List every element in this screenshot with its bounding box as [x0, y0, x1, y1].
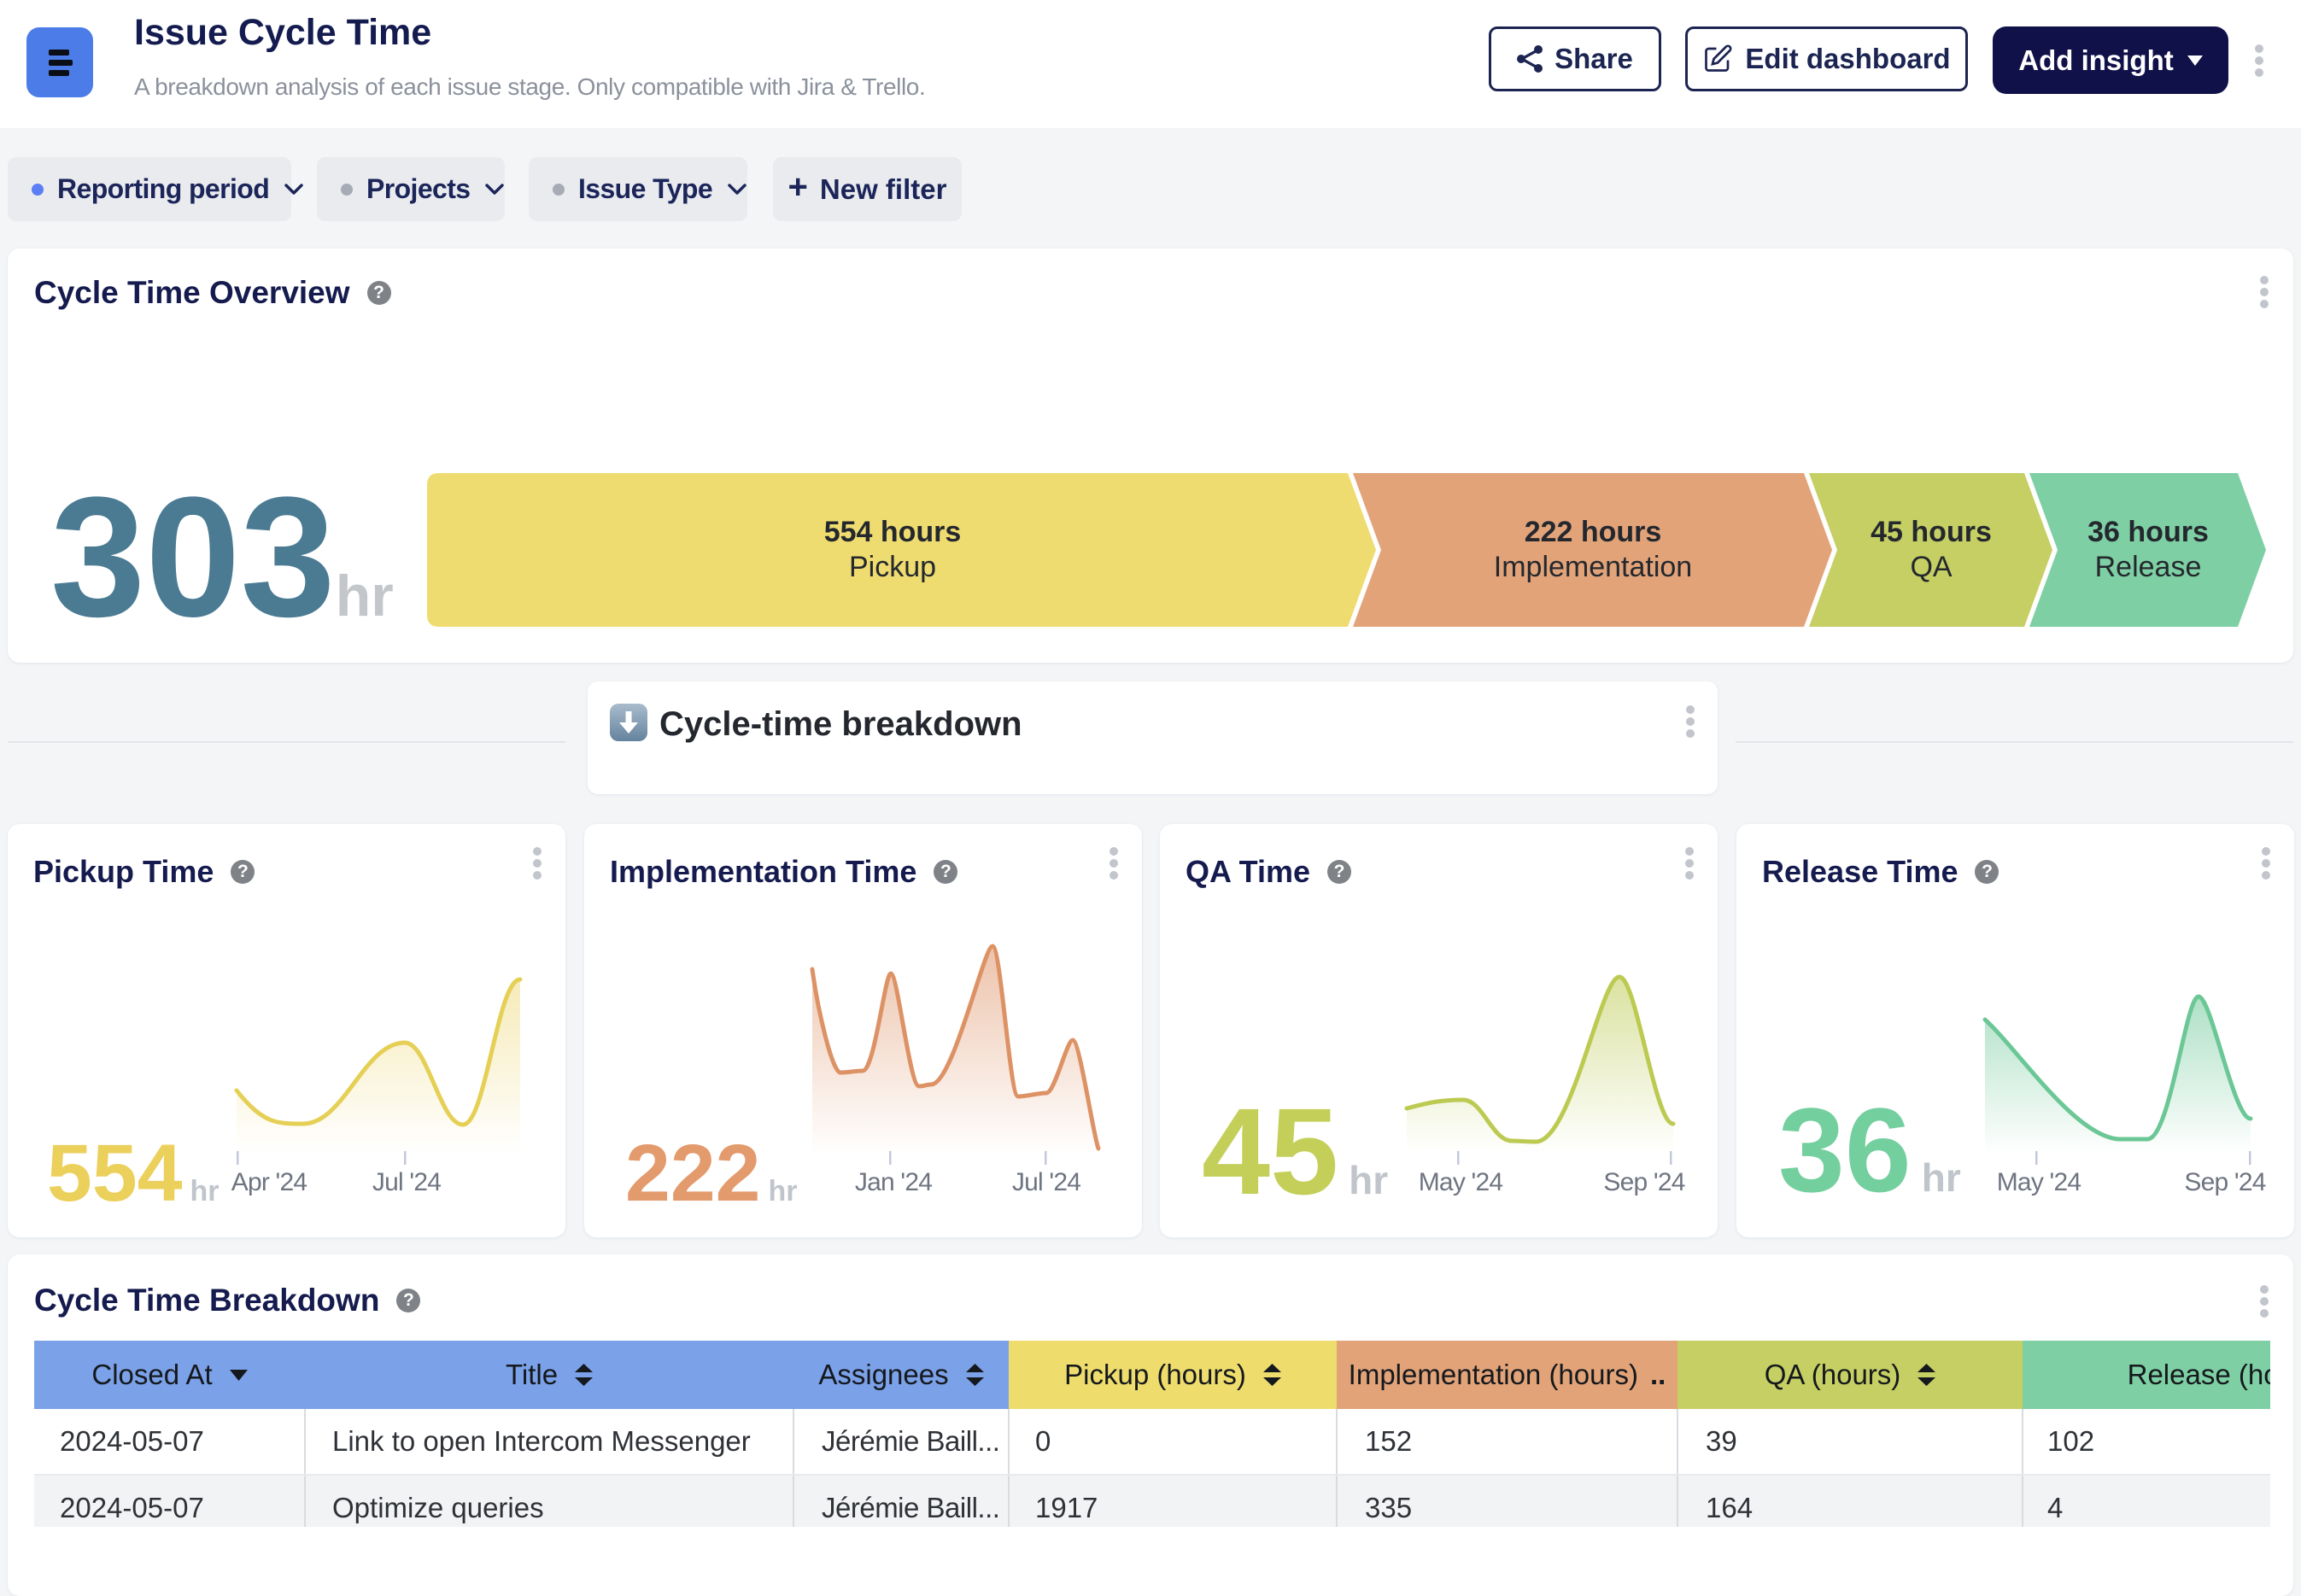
svg-text:Pickup: Pickup [849, 551, 936, 583]
svg-text:QA: QA [1910, 551, 1952, 583]
svg-text:36 hours: 36 hours [2087, 516, 2209, 548]
svg-text:222 hours: 222 hours [1525, 516, 1662, 548]
svg-text:554 hours: 554 hours [824, 516, 962, 548]
svg-text:Implementation: Implementation [1494, 551, 1692, 583]
svg-text:45 hours: 45 hours [1871, 516, 1992, 548]
svg-text:Release: Release [2095, 551, 2202, 583]
